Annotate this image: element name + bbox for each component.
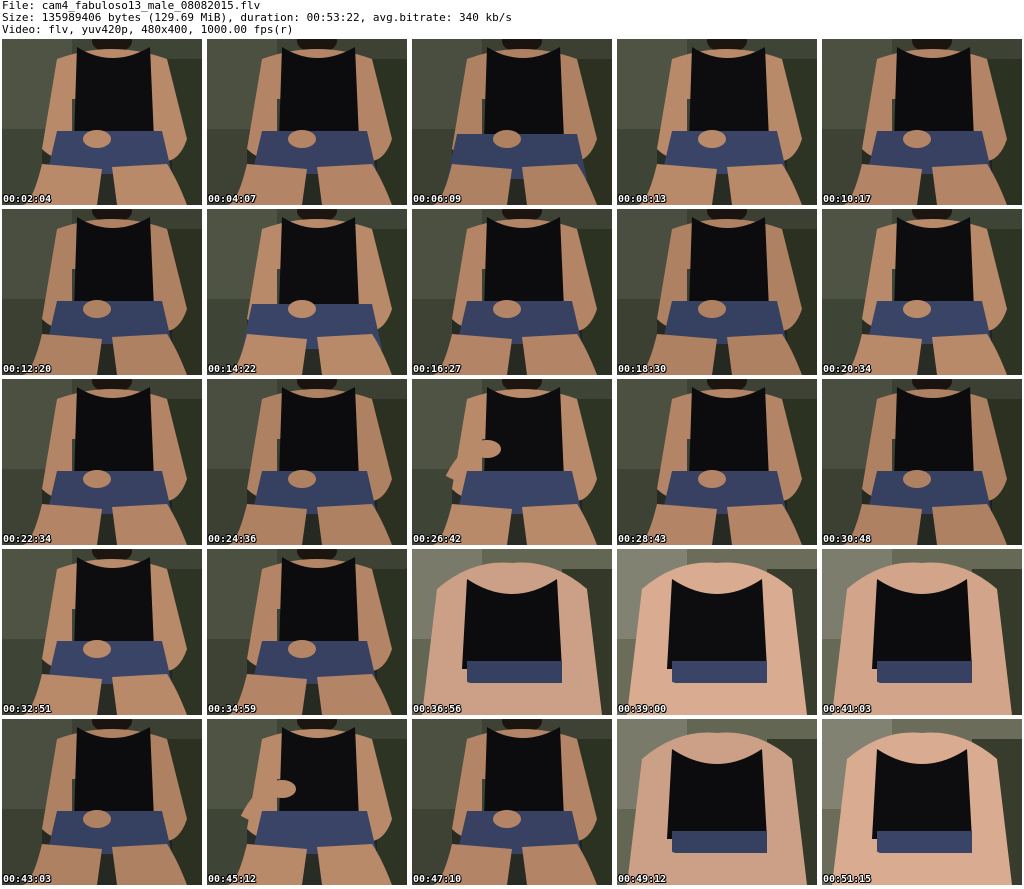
- thumbnail-timestamp: 00:43:03: [3, 874, 52, 885]
- video-thumbnail: 00:47:10: [412, 719, 612, 885]
- thumbnail-image: [412, 209, 612, 375]
- video-thumbnail: 00:32:51: [2, 549, 202, 715]
- thumbnail-image: [207, 549, 407, 715]
- thumbnail-timestamp: 00:24:36: [208, 534, 257, 545]
- thumbnail-image: [207, 379, 407, 545]
- video-thumbnail: 00:39:00: [617, 549, 817, 715]
- video-thumbnail: 00:14:22: [207, 209, 407, 375]
- file-info-header: File: cam4_fabuloso13_male_08082015.flv …: [2, 0, 1020, 38]
- video-thumbnail: 00:16:27: [412, 209, 612, 375]
- thumbnail-timestamp: 00:28:43: [618, 534, 667, 545]
- video-thumbnail: 00:22:34: [2, 379, 202, 545]
- thumbnail-timestamp: 00:39:00: [618, 704, 667, 715]
- thumbnail-image: [207, 719, 407, 885]
- thumbnail-image: [2, 39, 202, 205]
- thumbnail-timestamp: 00:51:15: [823, 874, 872, 885]
- thumbnail-timestamp: 00:18:30: [618, 364, 667, 375]
- thumbnail-image: [412, 549, 612, 715]
- thumbnail-image: [2, 209, 202, 375]
- thumbnail-image: [822, 549, 1022, 715]
- video-thumbnail: 00:30:48: [822, 379, 1022, 545]
- video-thumbnail: 00:45:12: [207, 719, 407, 885]
- thumbnail-image: [617, 549, 817, 715]
- thumbnail-image: [617, 209, 817, 375]
- thumbnail-image: [207, 209, 407, 375]
- video-thumbnail: 00:43:03: [2, 719, 202, 885]
- video-thumbnail: 00:36:56: [412, 549, 612, 715]
- video-thumbnail: 00:20:34: [822, 209, 1022, 375]
- thumbnail-timestamp: 00:16:27: [413, 364, 462, 375]
- thumbnail-image: [207, 39, 407, 205]
- thumbnail-timestamp: 00:20:34: [823, 364, 872, 375]
- thumbnail-timestamp: 00:08:13: [618, 194, 667, 205]
- video-thumbnail: 00:04:07: [207, 39, 407, 205]
- thumbnail-image: [617, 39, 817, 205]
- video-thumbnail: 00:34:59: [207, 549, 407, 715]
- thumbnail-grid: 00:02:04 00:04:07 00:06:09 00:08:13 00:10:17…: [2, 39, 1022, 888]
- thumbnail-image: [822, 209, 1022, 375]
- video-thumbnail: 00:12:20: [2, 209, 202, 375]
- video-thumbnail: 00:51:15: [822, 719, 1022, 885]
- thumbnail-timestamp: 00:30:48: [823, 534, 872, 545]
- thumbnail-timestamp: 00:06:09: [413, 194, 462, 205]
- thumbnail-timestamp: 00:10:17: [823, 194, 872, 205]
- video-thumbnail: 00:08:13: [617, 39, 817, 205]
- thumbnail-image: [822, 379, 1022, 545]
- thumbnail-timestamp: 00:36:56: [413, 704, 462, 715]
- video-thumbnail: 00:41:03: [822, 549, 1022, 715]
- thumbnail-timestamp: 00:45:12: [208, 874, 257, 885]
- thumbnail-image: [2, 379, 202, 545]
- video-thumbnail: 00:02:04: [2, 39, 202, 205]
- thumbnail-image: [617, 719, 817, 885]
- thumbnail-image: [822, 719, 1022, 885]
- thumbnail-timestamp: 00:02:04: [3, 194, 52, 205]
- thumbnail-timestamp: 00:26:42: [413, 534, 462, 545]
- thumbnail-timestamp: 00:22:34: [3, 534, 52, 545]
- thumbnail-timestamp: 00:49:12: [618, 874, 667, 885]
- thumbnail-image: [412, 39, 612, 205]
- thumbnail-timestamp: 00:41:03: [823, 704, 872, 715]
- thumbnail-image: [412, 719, 612, 885]
- thumbnail-timestamp: 00:34:59: [208, 704, 257, 715]
- thumbnail-image: [822, 39, 1022, 205]
- video-thumbnail: 00:24:36: [207, 379, 407, 545]
- thumbnail-timestamp: 00:32:51: [3, 704, 52, 715]
- thumbnail-timestamp: 00:14:22: [208, 364, 257, 375]
- video-info-line: Video: flv, yuv420p, 480x400, 1000.00 fp…: [2, 23, 294, 36]
- video-thumbnail: 00:18:30: [617, 209, 817, 375]
- thumbnail-timestamp: 00:04:07: [208, 194, 257, 205]
- thumbnail-timestamp: 00:47:10: [413, 874, 462, 885]
- thumbnail-image: [2, 719, 202, 885]
- video-thumbnail: 00:06:09: [412, 39, 612, 205]
- video-thumbnail: 00:10:17: [822, 39, 1022, 205]
- video-thumbnail: 00:28:43: [617, 379, 817, 545]
- thumbnail-image: [412, 379, 612, 545]
- thumbnail-timestamp: 00:12:20: [3, 364, 52, 375]
- thumbnail-image: [617, 379, 817, 545]
- thumbnail-image: [2, 549, 202, 715]
- video-thumbnail: 00:26:42: [412, 379, 612, 545]
- video-thumbnail: 00:49:12: [617, 719, 817, 885]
